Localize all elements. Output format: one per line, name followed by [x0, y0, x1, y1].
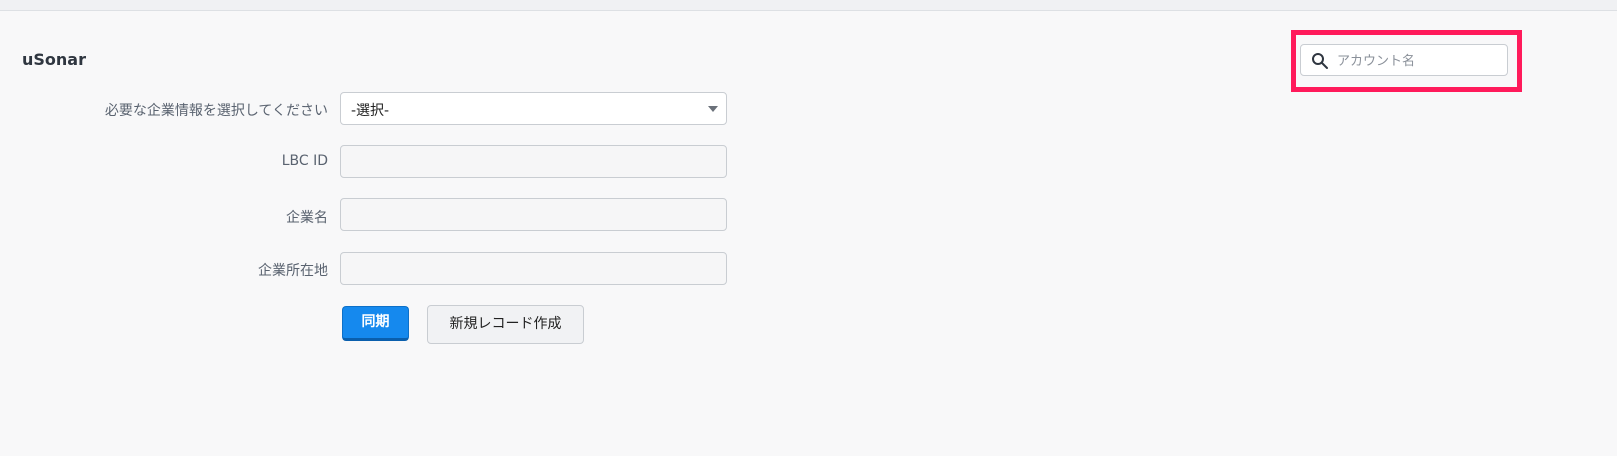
search-icon: [1311, 52, 1329, 70]
top-bar: [0, 0, 1617, 11]
select-value: -選択-: [351, 103, 390, 119]
company-address-field[interactable]: [340, 252, 727, 285]
lbc-id-field[interactable]: [340, 145, 727, 178]
new-record-button[interactable]: 新規レコード作成: [427, 305, 584, 344]
app-title: uSonar: [22, 50, 86, 69]
lbc-id-label: LBC ID: [281, 153, 328, 169]
search-input[interactable]: [1335, 45, 1507, 77]
sync-button[interactable]: 同期: [342, 306, 409, 341]
company-name-label: 企業名: [286, 210, 328, 226]
search-box[interactable]: [1300, 44, 1508, 77]
chevron-down-icon: [708, 106, 718, 112]
company-info-select[interactable]: -選択-: [340, 92, 727, 125]
company-name-field[interactable]: [340, 198, 727, 231]
company-address-label: 企業所在地: [258, 263, 328, 279]
company-info-select-label: 必要な企業情報を選択してください: [104, 103, 328, 119]
